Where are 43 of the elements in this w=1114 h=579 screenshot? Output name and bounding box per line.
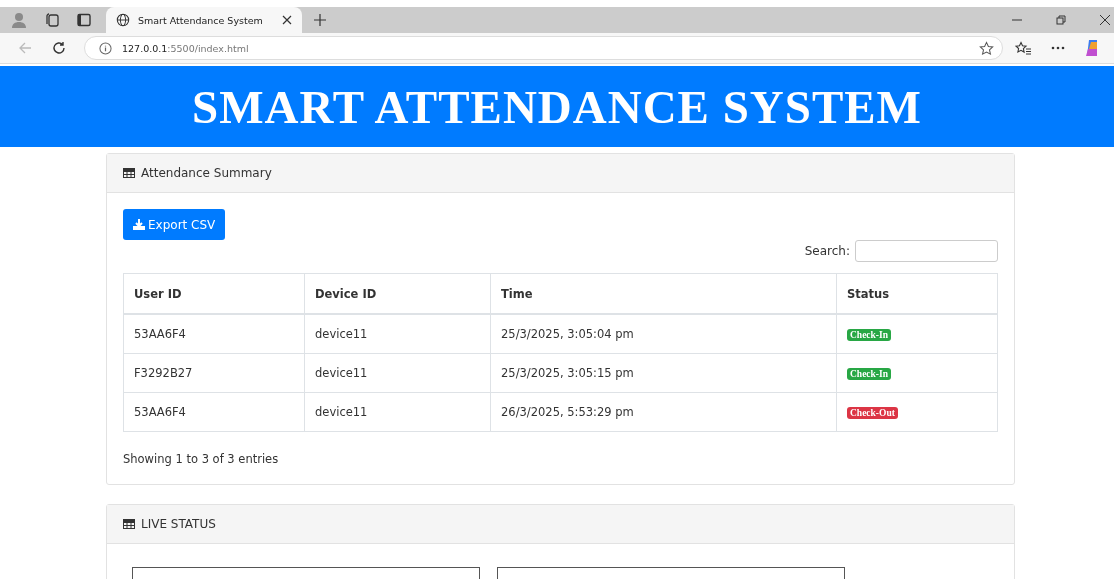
card-title: Attendance Summary bbox=[141, 166, 272, 180]
copilot-icon[interactable] bbox=[1085, 39, 1097, 57]
column-header[interactable]: Device ID bbox=[304, 273, 491, 314]
column-header[interactable]: Status bbox=[836, 273, 998, 314]
card-title: LIVE STATUS bbox=[141, 517, 216, 531]
favorites-icon[interactable] bbox=[1015, 40, 1031, 56]
search-label: Search: bbox=[804, 244, 850, 258]
refresh-icon[interactable] bbox=[52, 41, 66, 55]
tab-title: Smart Attendance System bbox=[138, 14, 264, 26]
table-cell: device11 bbox=[304, 314, 491, 354]
workspaces-icon[interactable] bbox=[44, 12, 60, 28]
url-text: 127.0.0.1:5500/index.html bbox=[122, 42, 249, 54]
browser-tab[interactable]: Smart Attendance System bbox=[106, 7, 302, 33]
entries-info: Showing 1 to 3 of 3 entries bbox=[123, 452, 280, 466]
restore-icon[interactable] bbox=[1056, 15, 1066, 25]
new-tab-icon[interactable] bbox=[314, 14, 326, 26]
column-header[interactable]: Time bbox=[490, 273, 837, 314]
close-icon[interactable] bbox=[282, 15, 292, 25]
table-cell: 53AA6F4 bbox=[123, 314, 305, 354]
table-icon bbox=[123, 168, 135, 178]
column-header[interactable]: User ID bbox=[123, 273, 305, 314]
more-icon[interactable] bbox=[1051, 46, 1065, 50]
table-cell: 26/3/2025, 5:53:29 pm bbox=[490, 392, 837, 432]
download-icon bbox=[133, 219, 145, 230]
table-cell: device11 bbox=[304, 353, 491, 393]
table-cell: 53AA6F4 bbox=[123, 392, 305, 432]
status-badge: Check-Out bbox=[847, 407, 898, 419]
status-badge: Check-In bbox=[847, 368, 891, 380]
info-icon[interactable] bbox=[99, 41, 112, 55]
tab-actions-icon[interactable] bbox=[76, 12, 92, 28]
table-cell: F3292B27 bbox=[123, 353, 305, 393]
star-icon[interactable] bbox=[979, 40, 994, 56]
close-window-icon[interactable] bbox=[1100, 15, 1110, 25]
table-cell: device11 bbox=[304, 392, 491, 432]
address-bar[interactable]: 127.0.0.1:5500/index.html bbox=[84, 36, 1003, 60]
table-cell: 25/3/2025, 3:05:04 pm bbox=[490, 314, 837, 354]
status-badge: Check-In bbox=[847, 329, 891, 341]
table-icon bbox=[123, 519, 135, 529]
globe-icon bbox=[116, 13, 130, 27]
table-cell: 25/3/2025, 3:05:15 pm bbox=[490, 353, 837, 393]
page-title: SMART ATTENDANCE SYSTEM bbox=[192, 79, 922, 134]
export-csv-button[interactable]: Export CSV bbox=[123, 209, 226, 240]
search-field[interactable] bbox=[855, 240, 998, 262]
